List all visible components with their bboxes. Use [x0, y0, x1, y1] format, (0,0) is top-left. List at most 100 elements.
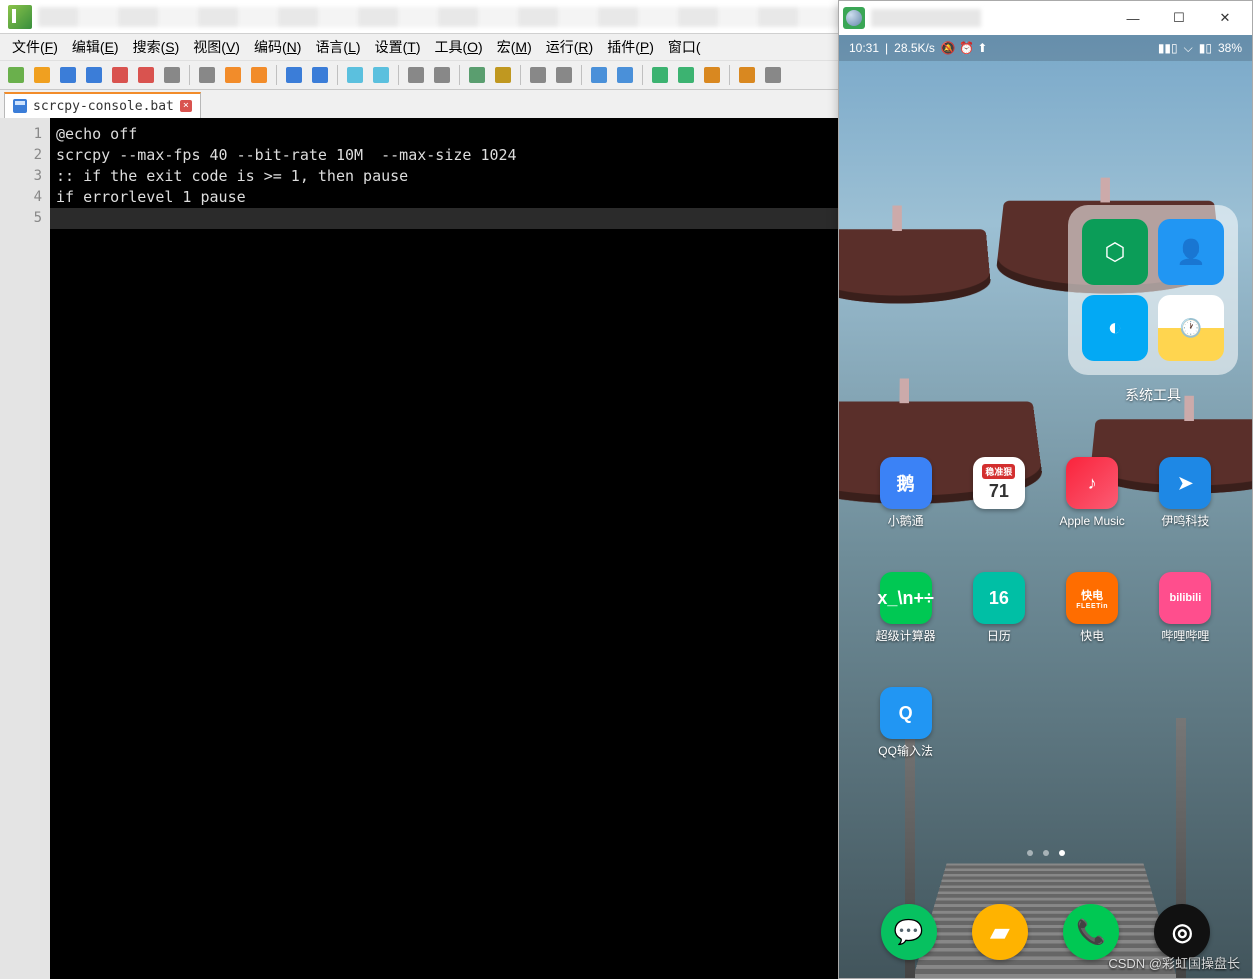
app-哔哩哔哩[interactable]: bilibili 哔哩哔哩: [1145, 572, 1225, 657]
wifi-icon: ⌵: [1184, 41, 1193, 56]
copy-icon: [225, 67, 241, 83]
dock-wechat[interactable]: 💬: [881, 904, 937, 960]
code-line: :: if the exit code is >= 1, then pause: [56, 167, 408, 185]
zoom-out-icon: [434, 67, 450, 83]
dock-sms[interactable]: ▰: [972, 904, 1028, 960]
line-number: 3: [0, 166, 42, 187]
scrcpy-titlebar[interactable]: — ☐ ✕: [839, 1, 1252, 35]
redo-button[interactable]: [308, 63, 332, 87]
folder-app-1[interactable]: ⬡: [1082, 219, 1148, 285]
page-indicator[interactable]: [839, 850, 1252, 856]
ws1-icon: [530, 67, 546, 83]
macro-play-icon: [678, 67, 694, 83]
status-net: 28.5K/s: [894, 41, 935, 55]
zoom-out-button[interactable]: [430, 63, 454, 87]
ws2-icon: [556, 67, 572, 83]
folder-app-4[interactable]: 🕐: [1158, 295, 1224, 361]
app-小鹅通[interactable]: 鹅小鹅通: [866, 457, 946, 542]
code-area[interactable]: @echo off scrcpy --max-fps 40 --bit-rate…: [50, 118, 838, 979]
menu-item[interactable]: 工具(O): [428, 35, 488, 59]
sync-button[interactable]: [465, 63, 489, 87]
app-label: 哔哩哔哩: [1161, 629, 1209, 657]
tab-scrcpy-console[interactable]: scrcpy-console.bat ×: [4, 92, 201, 118]
menu-item[interactable]: 编码(N): [248, 35, 307, 59]
ws2-button[interactable]: [552, 63, 576, 87]
app-icon: Q: [880, 687, 932, 739]
app-日历[interactable]: 16日历: [959, 572, 1039, 657]
new-button[interactable]: [4, 63, 28, 87]
menu-item[interactable]: 语言(L): [309, 35, 366, 59]
macro-rec-button[interactable]: [648, 63, 672, 87]
save-all-button[interactable]: [82, 63, 106, 87]
app-快电[interactable]: 快电FLEETin快电: [1052, 572, 1132, 657]
close-button[interactable]: [108, 63, 132, 87]
print-button[interactable]: [160, 63, 184, 87]
phone-screen[interactable]: 10:31 | 28.5K/s 🔕 ⏰ ⬆ ▮▮▯ ⌵ ▮▯ 38% ⬡ 👤 ◐…: [839, 35, 1252, 978]
wrap-button[interactable]: [613, 63, 637, 87]
app-icon: bilibili: [1159, 572, 1211, 624]
find-icon: [347, 67, 363, 83]
app-label: Apple Music: [1059, 514, 1124, 542]
app-71[interactable]: 稳准狠71: [959, 457, 1039, 542]
open-button[interactable]: [30, 63, 54, 87]
cut-button[interactable]: [195, 63, 219, 87]
maximize-button[interactable]: ☐: [1156, 3, 1202, 33]
folder2-button[interactable]: [761, 63, 785, 87]
toolbar-separator: [642, 65, 643, 85]
copy-button[interactable]: [221, 63, 245, 87]
app-grid: 鹅小鹅通稳准狠71 ♪ Apple Music ➤伊鸣科技 x_\n+÷超级计算器16日…: [839, 457, 1252, 772]
toolbar-separator: [189, 65, 190, 85]
close-all-icon: [138, 67, 154, 83]
page-dot[interactable]: [1043, 850, 1049, 856]
open-icon: [34, 67, 50, 83]
menu-item[interactable]: 运行(R): [540, 35, 599, 59]
zoom-in-button[interactable]: [404, 63, 428, 87]
find-button[interactable]: [343, 63, 367, 87]
line-number: 4: [0, 187, 42, 208]
editor[interactable]: 12345 @echo off scrcpy --max-fps 40 --bi…: [0, 118, 838, 979]
app-QQ输入法[interactable]: QQQ输入法: [866, 687, 946, 772]
bookmark-button[interactable]: [491, 63, 515, 87]
menu-item[interactable]: 文件(F): [6, 35, 64, 59]
menu-item[interactable]: 窗口(: [662, 35, 707, 59]
folder-app-2[interactable]: 👤: [1158, 219, 1224, 285]
menu-item[interactable]: 设置(T): [369, 35, 427, 59]
app-Apple Music[interactable]: ♪ Apple Music: [1052, 457, 1132, 542]
undo-button[interactable]: [282, 63, 306, 87]
macro-stop-button[interactable]: [700, 63, 724, 87]
dock-camera[interactable]: ◎: [1154, 904, 1210, 960]
page-dot[interactable]: [1027, 850, 1033, 856]
page-dot-active[interactable]: [1059, 850, 1065, 856]
folder-system-tools[interactable]: ⬡ 👤 ◐ 🕐: [1068, 205, 1238, 375]
dock-phone[interactable]: 📞: [1063, 904, 1119, 960]
disk-icon: [13, 99, 27, 113]
app-伊鸣科技[interactable]: ➤伊鸣科技: [1145, 457, 1225, 542]
menu-item[interactable]: 视图(V): [187, 35, 246, 59]
paste-button[interactable]: [247, 63, 271, 87]
folder-app-3[interactable]: ◐: [1082, 295, 1148, 361]
folder1-button[interactable]: [735, 63, 759, 87]
folder-label: 系统工具: [1068, 385, 1238, 405]
save-button[interactable]: [56, 63, 80, 87]
toolbar-separator: [459, 65, 460, 85]
replace-button[interactable]: [369, 63, 393, 87]
code-line: scrcpy --max-fps 40 --bit-rate 10M --max…: [56, 146, 517, 164]
macro-stop-icon: [704, 67, 720, 83]
minimize-button[interactable]: —: [1110, 3, 1156, 33]
app-icon: ♪: [1066, 457, 1118, 509]
print-icon: [164, 67, 180, 83]
menu-item[interactable]: 插件(P): [601, 35, 660, 59]
tab-close-icon[interactable]: ×: [180, 100, 192, 112]
menu-item[interactable]: 编辑(E): [66, 35, 125, 59]
menu-item[interactable]: 宏(M): [491, 35, 538, 59]
redo-icon: [312, 67, 328, 83]
ws1-button[interactable]: [526, 63, 550, 87]
app-icon: ➤: [1159, 457, 1211, 509]
app-超级计算器[interactable]: x_\n+÷超级计算器: [866, 572, 946, 657]
close-button[interactable]: ✕: [1202, 3, 1248, 33]
macro-play-button[interactable]: [674, 63, 698, 87]
menu-item[interactable]: 搜索(S): [127, 35, 186, 59]
bookmark-icon: [495, 67, 511, 83]
indent-guide-button[interactable]: [587, 63, 611, 87]
close-all-button[interactable]: [134, 63, 158, 87]
